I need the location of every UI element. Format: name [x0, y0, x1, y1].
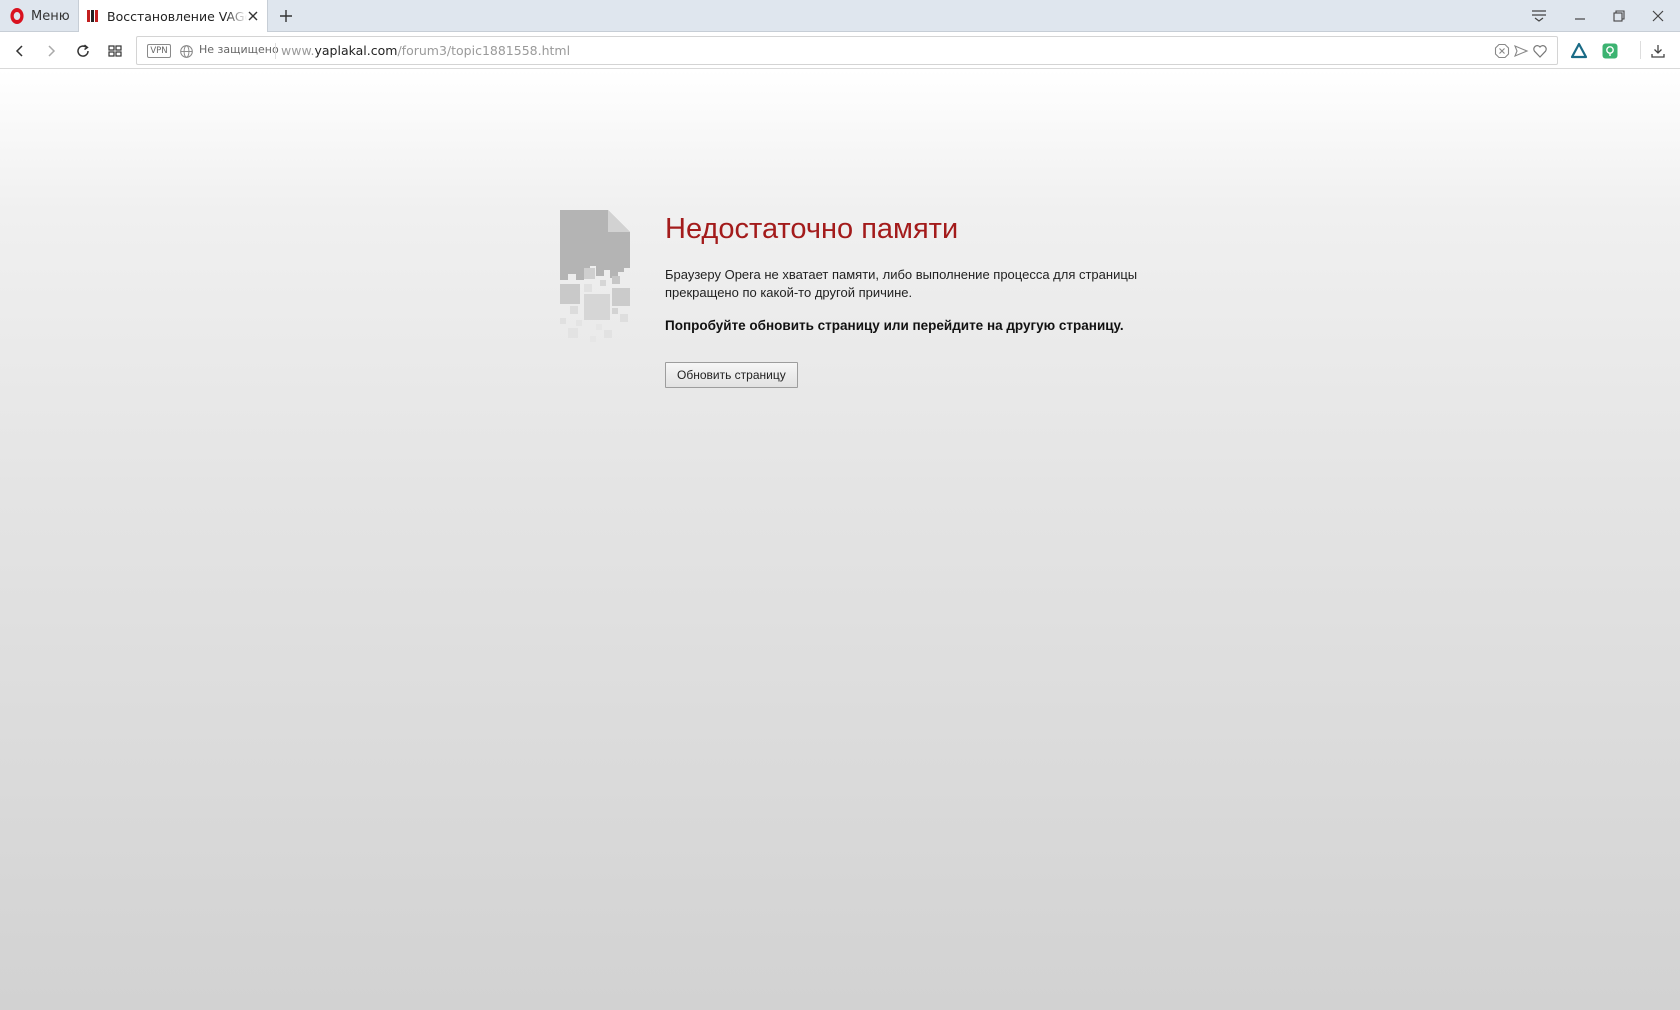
download-icon [1651, 45, 1665, 58]
toolbar-divider [1640, 41, 1641, 59]
address-bar[interactable]: VPN Не защищено www.yaplakal.com/forum3/… [136, 36, 1558, 65]
downloads-button[interactable] [1647, 40, 1669, 62]
navigation-toolbar: VPN Не защищено www.yaplakal.com/forum3/… [0, 32, 1680, 69]
reload-icon [77, 44, 89, 57]
tab-menu-icon [1532, 10, 1546, 22]
menu-label: Меню [31, 8, 70, 24]
active-tab[interactable]: Восстановление VAGовск [78, 0, 268, 32]
forward-arrow-icon [48, 45, 56, 57]
tab-strip: Меню Восстановление VAGовск [0, 0, 1680, 32]
reload-page-button[interactable]: Обновить страницу [665, 362, 798, 388]
restore-icon [1613, 10, 1625, 22]
globe-icon[interactable] [179, 44, 194, 59]
reload-button[interactable] [72, 40, 94, 62]
close-tab-icon[interactable] [245, 8, 261, 24]
tab-menu-button[interactable] [1524, 4, 1554, 28]
back-arrow-icon [15, 45, 23, 57]
extension-button[interactable] [1599, 40, 1621, 62]
new-tab-icon[interactable] [276, 6, 296, 26]
error-page: Недостаточно памяти Браузеру Opera не хв… [0, 70, 1680, 1010]
minimize-icon [1575, 18, 1585, 20]
heart-bookmark-icon[interactable] [1532, 43, 1548, 59]
restore-button[interactable] [1604, 4, 1634, 28]
aria-icon [1570, 42, 1588, 59]
error-title: Недостаточно памяти [665, 213, 959, 245]
vpn-badge[interactable]: VPN [147, 44, 171, 58]
close-window-icon [1652, 10, 1664, 22]
error-description: Браузеру Opera не хватает памяти, либо в… [665, 267, 1138, 300]
security-status[interactable]: Не защищено [199, 43, 279, 56]
site-favicon-icon [87, 9, 101, 23]
url-divider [275, 43, 276, 59]
forward-button[interactable] [40, 40, 62, 62]
aria-button[interactable] [1568, 40, 1590, 62]
opera-logo-icon [10, 8, 24, 24]
opera-menu-button[interactable]: Меню [0, 0, 78, 32]
grid-icon [108, 45, 122, 57]
send-icon[interactable] [1513, 43, 1529, 59]
close-window-button[interactable] [1643, 4, 1673, 28]
error-hint: Попробуйте обновить страницу или перейди… [665, 318, 1124, 333]
url-prefix: www. [281, 43, 315, 58]
extension-icon [1602, 43, 1618, 59]
broken-page-icon [560, 210, 630, 342]
url-path: /forum3/topic1881558.html [397, 43, 571, 58]
speed-dial-button[interactable] [104, 40, 126, 62]
minimize-button[interactable] [1565, 4, 1595, 28]
url-host: yaplakal.com [314, 43, 398, 58]
back-button[interactable] [9, 40, 31, 62]
tab-title: Восстановление VAGовск [107, 8, 247, 24]
ad-block-icon[interactable] [1494, 43, 1510, 59]
url-field[interactable]: www.yaplakal.com/forum3/topic1881558.htm… [281, 43, 570, 58]
